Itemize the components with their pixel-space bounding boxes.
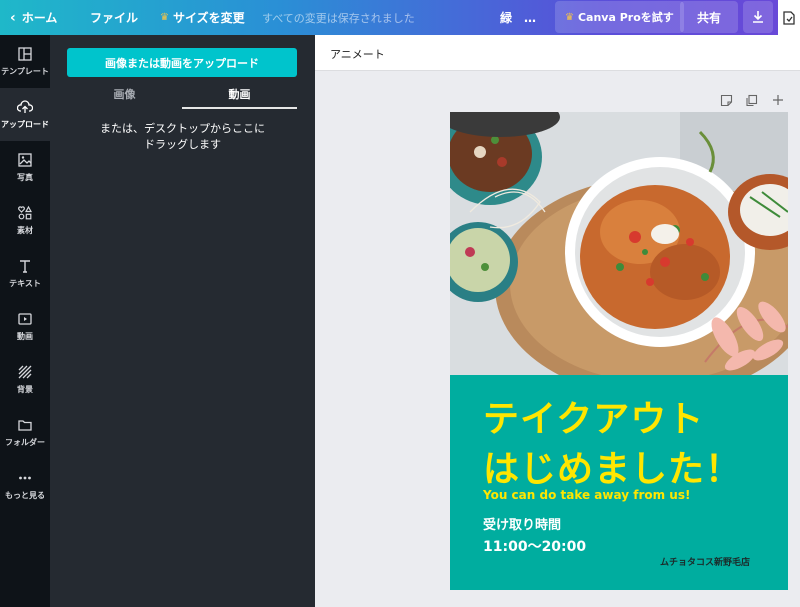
- text-icon: [20, 260, 30, 273]
- folder-icon: [18, 420, 32, 431]
- save-status: すべての変更は保存されました: [262, 11, 415, 25]
- document-icon: [783, 10, 795, 25]
- share-button[interactable]: 共有: [680, 1, 738, 33]
- crown-icon: ♛: [160, 12, 169, 23]
- nav-label: フォルダー: [5, 438, 45, 447]
- drop-hint: または、デスクトップからここに ドラッグします: [80, 121, 285, 153]
- design-page[interactable]: テイクアウト はじめました！ You can do take away from…: [450, 112, 788, 590]
- nav-label: テキスト: [9, 279, 41, 288]
- nav-text[interactable]: テキスト: [0, 247, 50, 300]
- animate-button[interactable]: アニメート: [330, 46, 385, 62]
- document-icon-button[interactable]: [778, 0, 800, 35]
- top-bar: ‹ ホーム ファイル ♛ サイズを変更 すべての変更は保存されました 緑 … ♛…: [0, 0, 800, 35]
- nav-photos[interactable]: 写真: [0, 141, 50, 194]
- crown-icon: ♛: [565, 11, 574, 23]
- nav-label: 背景: [17, 385, 33, 394]
- nav-label: アップロード: [1, 120, 49, 129]
- shop-name[interactable]: ムチョタコス新野毛店: [660, 555, 750, 568]
- note-icon: [720, 94, 732, 106]
- chevron-left-icon: ‹: [10, 9, 16, 26]
- nav-label: 写真: [17, 173, 33, 182]
- nav-elements[interactable]: 素材: [0, 194, 50, 247]
- try-pro-label: Canva Proを試す: [577, 11, 674, 24]
- nav-templates[interactable]: テンプレート: [0, 35, 50, 88]
- nav-background[interactable]: 背景: [0, 353, 50, 406]
- drop-hint-line2: ドラッグします: [144, 138, 221, 151]
- editor-header: アニメート: [315, 35, 800, 71]
- left-nav: テンプレート アップロード 写真 素材 テキスト 動画 背景 フォルダー もっと…: [0, 35, 50, 607]
- resize-label: サイズを変更: [172, 11, 245, 25]
- nav-folders[interactable]: フォルダー: [0, 406, 50, 459]
- duplicate-page-button[interactable]: [743, 93, 759, 107]
- food-photo[interactable]: [450, 112, 788, 375]
- nav-uploads[interactable]: アップロード: [0, 88, 50, 141]
- plus-icon: [773, 95, 783, 105]
- try-pro-button[interactable]: ♛ Canva Proを試す: [555, 1, 684, 33]
- duplicate-icon: [745, 94, 757, 106]
- nav-label: もっと見る: [5, 491, 45, 500]
- page-note-button[interactable]: [718, 93, 734, 107]
- upload-icon: [17, 100, 33, 113]
- home-button[interactable]: ‹ ホーム: [10, 0, 57, 35]
- tab-images[interactable]: 画像: [67, 85, 182, 109]
- nav-label: 動画: [17, 332, 33, 341]
- add-page-button[interactable]: [770, 93, 786, 107]
- file-menu-button[interactable]: ファイル: [90, 0, 138, 35]
- photo-icon: [18, 153, 32, 167]
- subtitle-text[interactable]: You can do take away from us!: [483, 488, 690, 502]
- more-icon: [19, 476, 31, 480]
- nav-video[interactable]: 動画: [0, 300, 50, 353]
- tab-videos[interactable]: 動画: [182, 85, 297, 109]
- template-icon: [18, 47, 32, 61]
- elements-icon: [18, 205, 33, 220]
- resize-button[interactable]: ♛ サイズを変更: [160, 0, 245, 35]
- download-button[interactable]: [743, 1, 773, 33]
- home-label: ホーム: [21, 11, 58, 25]
- uploads-panel: 画像または動画をアップロード 画像 動画 または、デスクトップからここに ドラッ…: [50, 35, 315, 607]
- video-icon: [18, 313, 32, 325]
- background-icon: [18, 365, 32, 379]
- pickup-label[interactable]: 受け取り時間: [483, 514, 561, 533]
- nav-label: 素材: [17, 226, 33, 235]
- pickup-time[interactable]: 11:00〜20:00: [483, 536, 586, 556]
- food-image: [450, 112, 788, 375]
- nav-more[interactable]: もっと見る: [0, 459, 50, 512]
- design-title[interactable]: 緑 …: [500, 0, 536, 35]
- upload-media-button[interactable]: 画像または動画をアップロード: [67, 48, 297, 77]
- download-icon: [753, 11, 763, 23]
- nav-label: テンプレート: [1, 67, 49, 76]
- headline-line1[interactable]: テイクアウト: [483, 390, 783, 442]
- headline-line2[interactable]: はじめました！: [483, 440, 783, 492]
- drop-hint-line1: または、デスクトップからここに: [100, 122, 265, 135]
